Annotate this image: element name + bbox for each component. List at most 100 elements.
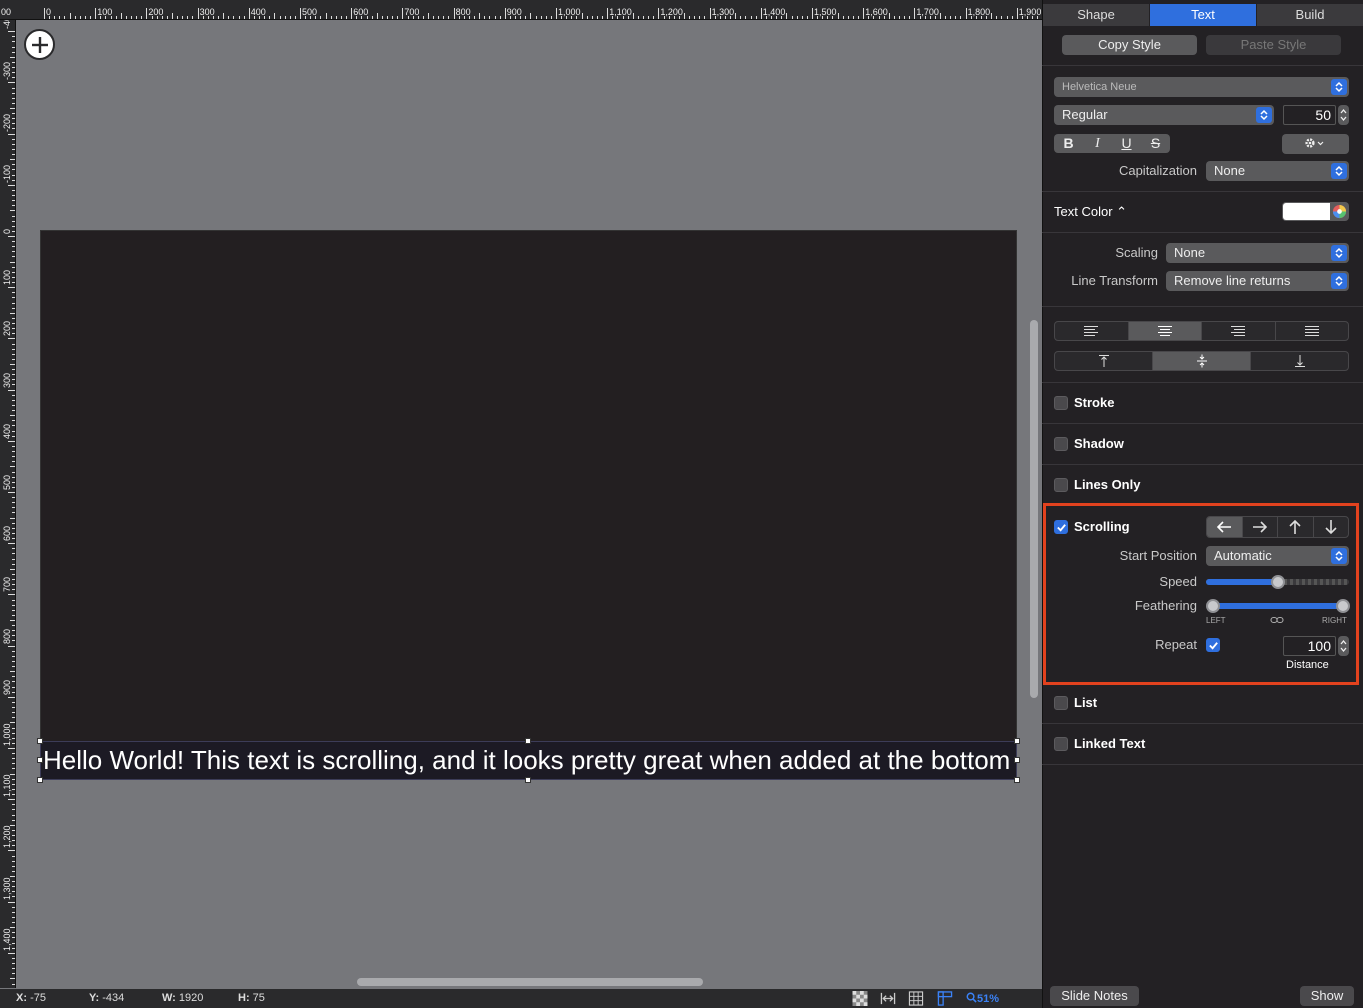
align-center-button[interactable] (1128, 322, 1202, 340)
ruler-tick (356, 16, 358, 19)
list-checkbox[interactable] (1054, 696, 1068, 710)
ruler-tick (12, 891, 15, 893)
tab-shape[interactable]: Shape (1043, 4, 1150, 26)
ruler-icon[interactable] (937, 991, 953, 1006)
paste-style-button[interactable]: Paste Style (1206, 35, 1341, 55)
add-slide-button[interactable] (24, 29, 55, 60)
ruler-tick (801, 16, 803, 19)
ruler-tick (1006, 16, 1008, 19)
ruler-tick (735, 13, 737, 19)
ruler-tick (648, 16, 650, 19)
ruler-tick (12, 865, 15, 867)
ruler-tick (120, 13, 122, 19)
resize-handle[interactable] (525, 777, 531, 783)
ruler-tick (817, 16, 819, 19)
slide-notes-button[interactable]: Slide Notes (1050, 986, 1139, 1006)
ruler-tick (663, 16, 665, 19)
lines-only-checkbox[interactable] (1054, 478, 1068, 492)
ruler-tick (12, 717, 15, 719)
align-right-button[interactable] (1202, 322, 1276, 340)
zoom-level[interactable]: 51% (966, 992, 999, 1005)
resize-handle[interactable] (1014, 757, 1020, 763)
canvas-editor[interactable]: 00 0 100 200 300 400 500 600 700 800 900 1,000 1,100… (0, 0, 1042, 1008)
show-button[interactable]: Show (1300, 986, 1354, 1006)
ruler-tick (12, 573, 15, 575)
italic-button[interactable]: I (1083, 134, 1112, 153)
ruler-tick (381, 16, 383, 19)
resize-handle[interactable] (525, 738, 531, 744)
ruler-tick (996, 16, 998, 19)
bold-button[interactable]: B (1054, 134, 1083, 153)
line-transform-select[interactable]: Remove line returns (1166, 271, 1349, 291)
line-transform-label: Line Transform (1071, 273, 1158, 288)
tab-build[interactable]: Build (1257, 4, 1363, 26)
ruler-tick (12, 548, 15, 550)
align-middle-button[interactable] (1153, 352, 1251, 370)
stroke-checkbox[interactable] (1054, 396, 1068, 410)
ruler-tick (12, 123, 15, 125)
underline-button[interactable]: U (1112, 134, 1141, 153)
slide-canvas[interactable] (40, 230, 1017, 780)
ruler-tick (12, 804, 15, 806)
ruler-tick (760, 8, 762, 19)
ruler-tick (8, 31, 15, 33)
ruler-tick (346, 16, 348, 19)
align-justify-button[interactable] (1276, 322, 1349, 340)
font-style-select[interactable]: Regular (1054, 105, 1274, 125)
resize-handle[interactable] (1014, 738, 1020, 744)
align-left-button[interactable] (1055, 322, 1129, 340)
font-size-stepper[interactable] (1338, 105, 1349, 125)
align-top-button[interactable] (1055, 352, 1153, 370)
vertical-scrollbar[interactable] (1030, 320, 1038, 698)
scrolling-text-box[interactable]: Hello World! This text is scrolling, and… (40, 741, 1017, 780)
scaling-select[interactable]: None (1166, 243, 1349, 263)
ruler-tick (12, 630, 15, 632)
ruler-tick (166, 16, 168, 19)
text-color-well[interactable] (1282, 202, 1349, 221)
linked-text-checkbox[interactable] (1054, 737, 1068, 751)
font-size-field[interactable]: 50 (1283, 105, 1336, 125)
resize-handle[interactable] (37, 757, 43, 763)
ruler-tick (8, 850, 15, 852)
ruler-tick (12, 911, 15, 913)
ruler-tick (12, 942, 15, 944)
ruler-tick (8, 389, 15, 391)
plus-circle-icon (31, 36, 48, 53)
ruler-tick (12, 302, 15, 304)
chevron-updown-icon (1331, 79, 1347, 95)
copy-style-button[interactable]: Copy Style (1062, 35, 1197, 55)
tab-text[interactable]: Text (1150, 4, 1257, 26)
ruler-label: -200 (2, 113, 12, 132)
ruler-tick (12, 650, 15, 652)
ruler-tick (474, 16, 476, 19)
ruler-tick (12, 420, 15, 422)
text-color-label[interactable]: Text Color ⌃ (1054, 204, 1127, 220)
grid-icon[interactable] (908, 991, 924, 1006)
ruler-label: 700 (2, 577, 12, 593)
ruler-tick (883, 16, 885, 19)
ruler-tick (12, 102, 15, 104)
chevron-updown-icon (1331, 273, 1347, 289)
resize-handle[interactable] (37, 777, 43, 783)
ruler-tick (12, 742, 15, 744)
ruler-tick (781, 16, 783, 19)
ruler-tick (837, 13, 839, 19)
resize-handle[interactable] (1014, 777, 1020, 783)
ruler-tick (12, 486, 15, 488)
ruler-tick (1032, 16, 1034, 19)
ruler-tick (146, 8, 148, 19)
shadow-checkbox[interactable] (1054, 437, 1068, 451)
ruler-tick (320, 16, 322, 19)
text-options-button[interactable] (1282, 134, 1349, 154)
checkerboard-icon[interactable] (852, 991, 868, 1006)
resize-handle[interactable] (37, 738, 43, 744)
align-bottom-button[interactable] (1251, 352, 1348, 370)
font-family-select[interactable]: Helvetica Neue (1054, 77, 1349, 97)
fit-width-icon[interactable] (880, 991, 896, 1006)
capitalization-select[interactable]: None (1206, 161, 1349, 181)
strikethrough-button[interactable]: S (1141, 134, 1170, 153)
h-value: 75 (252, 992, 265, 1004)
horizontal-scrollbar[interactable] (357, 978, 703, 986)
ruler-tick (407, 16, 409, 19)
list-label: List (1074, 695, 1098, 710)
